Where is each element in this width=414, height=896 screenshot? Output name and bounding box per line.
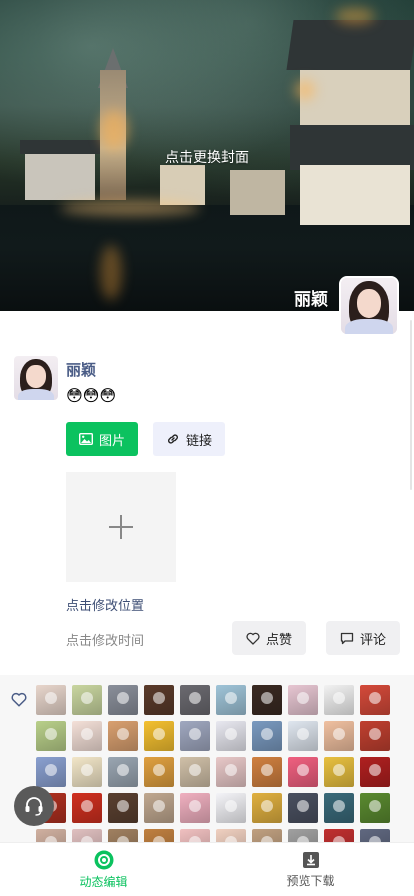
tab-preview-label: 预览下载: [286, 873, 335, 888]
liker-avatar[interactable]: [216, 685, 246, 715]
image-button-label: 图片: [98, 432, 125, 448]
light-glow: [60, 200, 200, 216]
liker-avatar[interactable]: [144, 793, 174, 823]
liker-avatar[interactable]: [360, 721, 390, 751]
liker-avatar[interactable]: [360, 793, 390, 823]
heart-icon: [246, 632, 260, 645]
liker-avatar[interactable]: [288, 721, 318, 751]
liker-avatar[interactable]: [324, 685, 354, 715]
liker-avatar[interactable]: [324, 757, 354, 787]
liker-avatar[interactable]: [216, 793, 246, 823]
scrollbar[interactable]: [410, 320, 412, 490]
liker-avatar[interactable]: [108, 721, 138, 751]
liker-avatar[interactable]: [144, 685, 174, 715]
tab-preview[interactable]: 预览下载: [207, 843, 414, 896]
link-button-label: 链接: [185, 432, 212, 448]
comment-icon: [340, 632, 354, 644]
light-glow: [100, 110, 128, 150]
house: [300, 70, 410, 130]
liker-avatar[interactable]: [108, 757, 138, 787]
avatar-portrait: [14, 356, 58, 400]
house: [300, 165, 410, 225]
customer-service-button[interactable]: [14, 786, 54, 826]
cover-avatar[interactable]: [339, 276, 399, 336]
edit-time[interactable]: 点击修改时间: [66, 630, 144, 649]
image-button[interactable]: 图片: [66, 422, 138, 456]
liker-avatar[interactable]: [72, 793, 102, 823]
house: [230, 170, 285, 215]
liker-avatar[interactable]: [108, 793, 138, 823]
change-cover-label[interactable]: 点击更换封面: [0, 147, 414, 167]
tab-edit[interactable]: 动态编辑: [0, 843, 207, 896]
post-avatar[interactable]: [14, 356, 58, 400]
liker-avatar[interactable]: [252, 685, 282, 715]
liker-avatar[interactable]: [288, 685, 318, 715]
liker-avatar[interactable]: [324, 721, 354, 751]
liker-avatar[interactable]: [360, 685, 390, 715]
avatar-portrait: [341, 278, 397, 334]
liker-avatar[interactable]: [216, 757, 246, 787]
liker-avatar[interactable]: [36, 757, 66, 787]
comment-button-label: 评论: [359, 631, 386, 647]
image-icon: [78, 433, 93, 445]
like-button-label: 点赞: [265, 631, 292, 647]
link-button[interactable]: 链接: [153, 422, 225, 456]
liker-avatar[interactable]: [180, 685, 210, 715]
liker-avatar[interactable]: [180, 793, 210, 823]
heart-icon: [11, 692, 27, 707]
liker-avatar[interactable]: [36, 721, 66, 751]
light-glow: [100, 245, 122, 300]
post-text[interactable]: 😳😳😳: [66, 387, 116, 407]
plus-icon: [109, 515, 133, 539]
liker-avatar[interactable]: [36, 685, 66, 715]
comment-button[interactable]: 评论: [326, 621, 400, 655]
liker-avatar[interactable]: [72, 757, 102, 787]
liker-avatar[interactable]: [288, 757, 318, 787]
liker-avatar[interactable]: [72, 721, 102, 751]
liker-avatar[interactable]: [108, 685, 138, 715]
bottom-tab-bar: 动态编辑 预览下载: [0, 842, 414, 896]
link-icon: [168, 434, 178, 444]
liker-avatar[interactable]: [252, 793, 282, 823]
liker-avatar[interactable]: [252, 721, 282, 751]
headset-icon: [25, 797, 43, 816]
house: [160, 165, 205, 205]
like-button[interactable]: 点赞: [232, 621, 306, 655]
liker-avatar[interactable]: [324, 793, 354, 823]
cover-image[interactable]: 点击更换封面 丽颖: [0, 0, 414, 311]
post-user-name[interactable]: 丽颖: [66, 359, 96, 380]
light-glow: [295, 80, 315, 100]
edit-location[interactable]: 点击修改位置: [66, 595, 144, 614]
liker-avatar[interactable]: [252, 757, 282, 787]
liker-avatar[interactable]: [180, 721, 210, 751]
cover-user-name: 丽颖: [294, 290, 328, 309]
light-glow: [335, 8, 375, 24]
house-roof: [286, 20, 414, 70]
liker-avatar-grid: [36, 685, 390, 845]
liker-avatar[interactable]: [288, 793, 318, 823]
download-icon: [302, 851, 319, 868]
liker-avatar[interactable]: [216, 721, 246, 751]
screen: 点击更换封面 丽颖 丽颖 😳😳😳 图片 链接 点击修改位置 点击修改时间 点赞 …: [0, 0, 414, 896]
liker-avatar[interactable]: [72, 685, 102, 715]
likes-panel: [0, 675, 414, 845]
liker-avatar[interactable]: [144, 721, 174, 751]
tab-edit-label: 动态编辑: [79, 874, 128, 889]
liker-avatar[interactable]: [180, 757, 210, 787]
liker-avatar[interactable]: [360, 757, 390, 787]
liker-avatar[interactable]: [144, 757, 174, 787]
edit-dynamic-icon: [94, 850, 113, 869]
add-image-box[interactable]: [66, 472, 176, 582]
